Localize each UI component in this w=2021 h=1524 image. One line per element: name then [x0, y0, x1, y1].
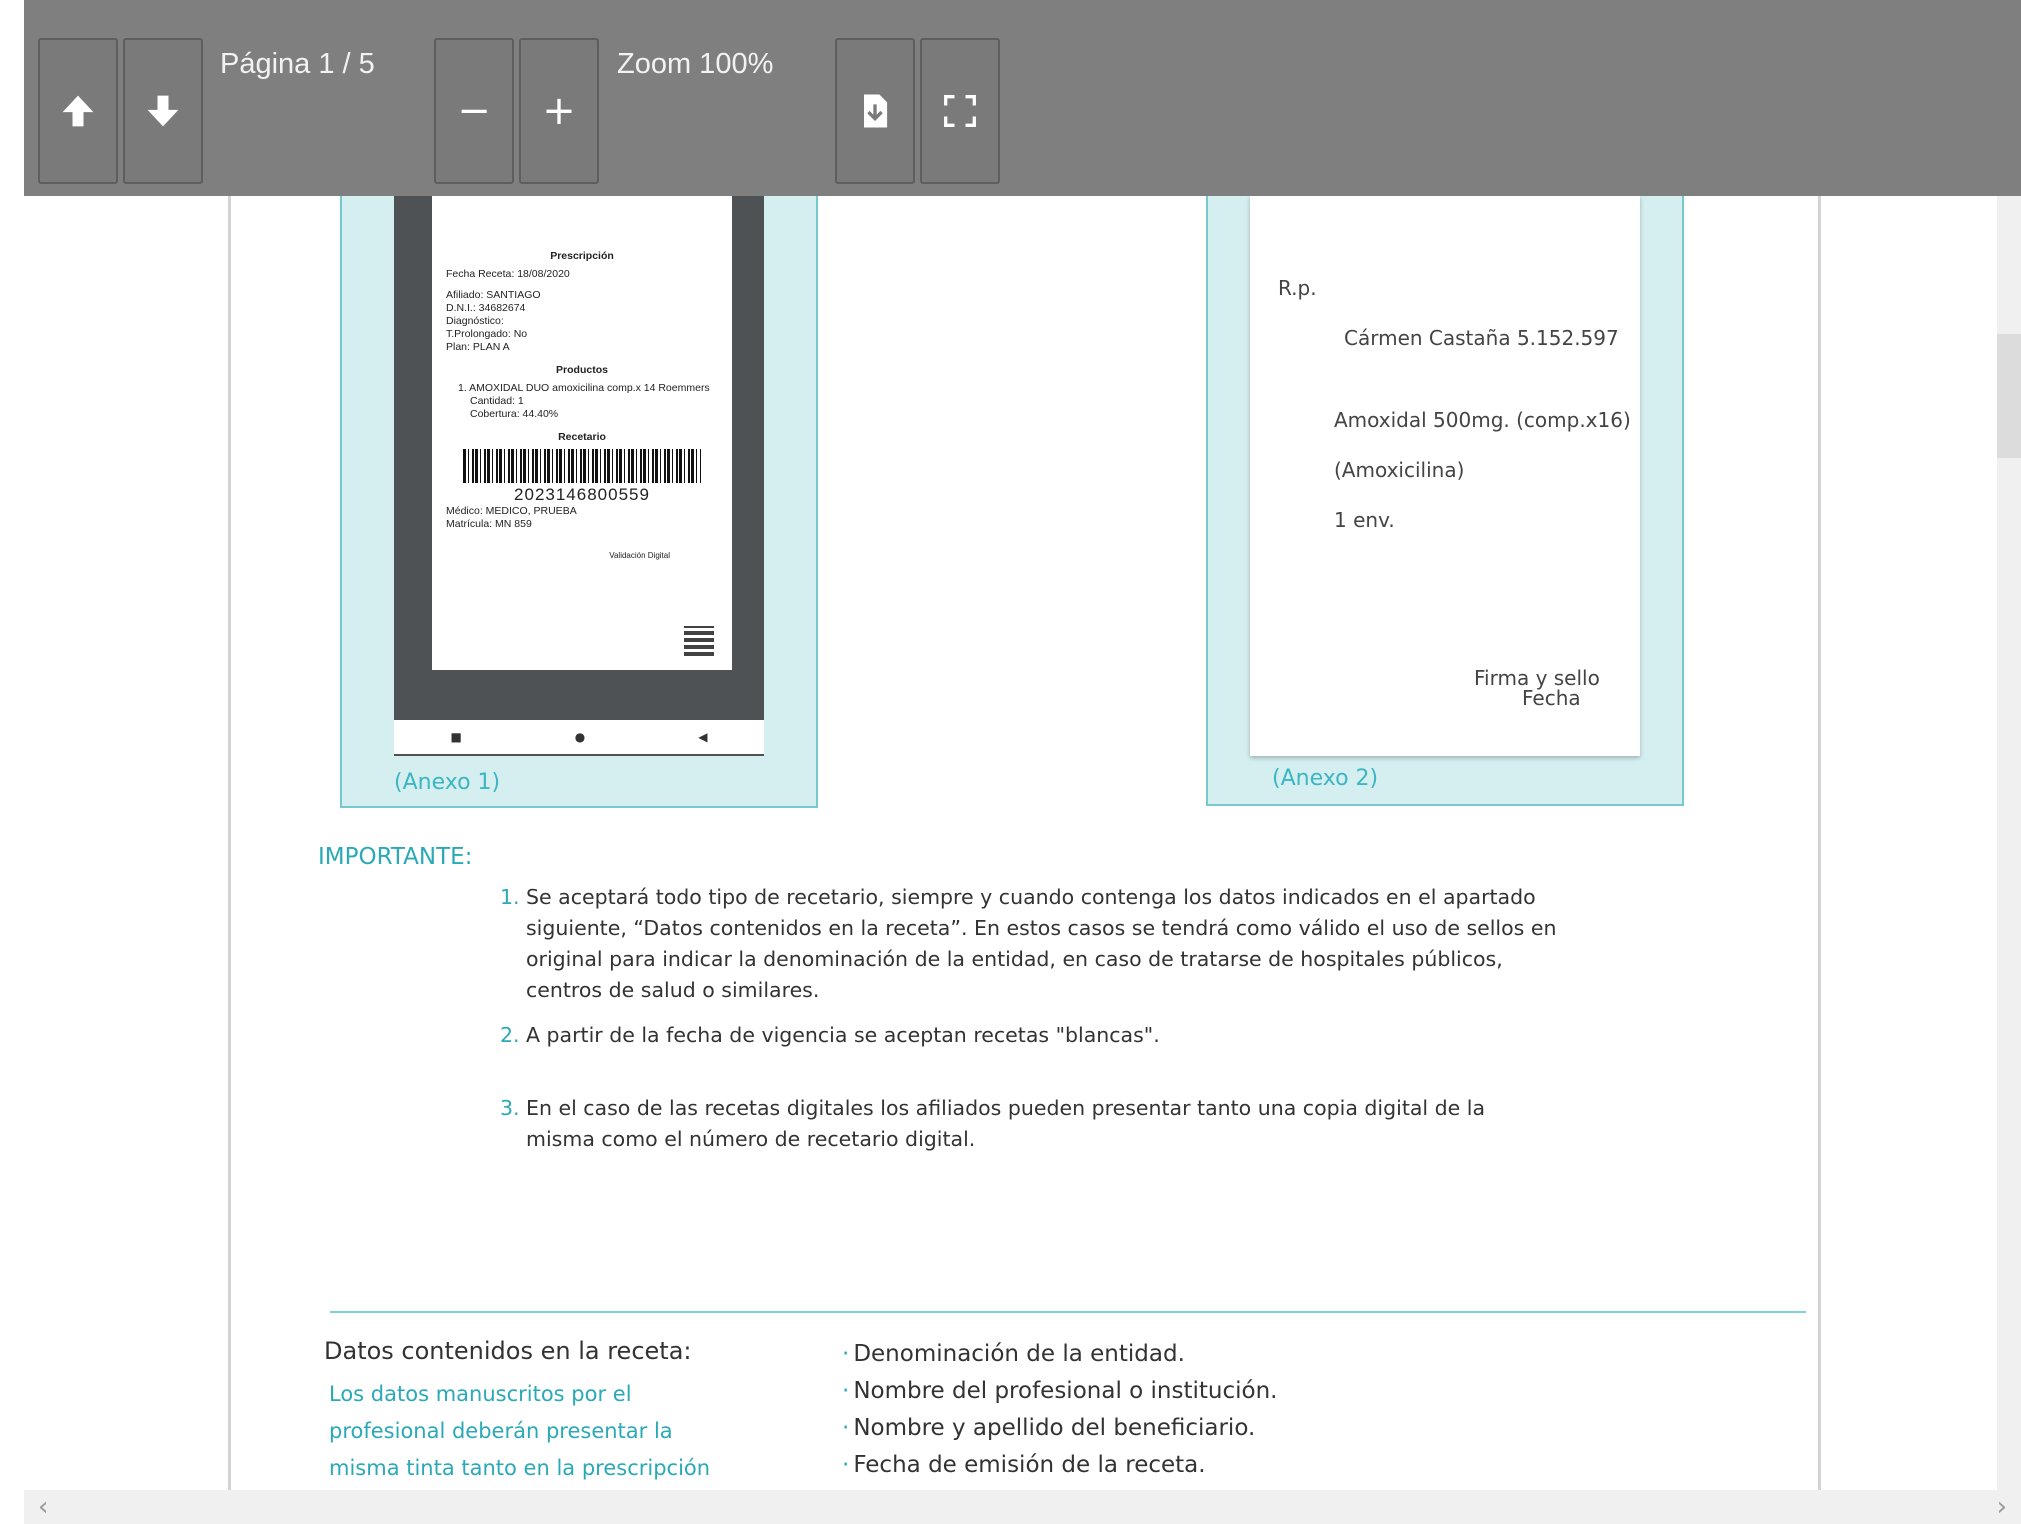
receipt-line: Cantidad: 1 — [470, 395, 524, 407]
zoom-in-button[interactable]: + — [519, 38, 599, 184]
patient-line: Cármen Castaña 5.152.597 — [1344, 326, 1619, 350]
fullscreen-button[interactable] — [920, 38, 1000, 184]
list-item: 3. En el caso de las recetas digitales l… — [500, 1093, 1500, 1155]
page-indicator: Página 1 / 5 — [220, 48, 375, 80]
receipt-line: Fecha Receta: 18/08/2020 — [446, 268, 570, 280]
generic-line: (Amoxicilina) — [1334, 458, 1465, 482]
receipt-line: 1. AMOXIDAL DUO amoxicilina comp.x 14 Ro… — [458, 382, 710, 394]
handwritten-prescription: R.p. Cármen Castaña 5.152.597 Amoxidal 5… — [1250, 196, 1640, 756]
qr-code — [684, 626, 714, 656]
scroll-left-icon[interactable]: ‹ — [38, 1492, 48, 1522]
date-label: Fecha — [1522, 686, 1581, 710]
list-item: 1. Se aceptará todo tipo de recetario, s… — [500, 882, 1560, 1006]
barcode — [463, 449, 701, 483]
plus-icon: + — [542, 88, 576, 134]
document-view: Prescripción Fecha Receta: 18/08/2020 Af… — [24, 196, 2021, 1490]
annex-1-label: (Anexo 1) — [394, 770, 501, 795]
phone-nav-bar: ■ ● ◀ — [394, 720, 764, 754]
arrow-up-icon — [62, 95, 94, 127]
list-text: Nombre y apellido del beneficiario. — [853, 1415, 1256, 1441]
list-text: Denominación de la entidad. — [853, 1341, 1185, 1367]
fullscreen-icon — [944, 95, 976, 127]
drug-line: Amoxidal 500mg. (comp.x16) — [1334, 408, 1631, 432]
list-number: 1. — [500, 885, 520, 909]
list-item: · Denominación de la entidad. — [842, 1341, 1185, 1367]
important-list: 1. Se aceptará todo tipo de recetario, s… — [500, 882, 1560, 1169]
barcode-number: 2023146800559 — [514, 485, 650, 504]
receipt-line: D.N.I.: 34682674 — [446, 302, 526, 314]
recent-apps-icon: ■ — [450, 730, 462, 744]
receipt-line: Cobertura: 44.40% — [470, 408, 559, 420]
list-text: Nombre del profesional o institución. — [853, 1378, 1278, 1404]
list-number: 3. — [500, 1096, 520, 1120]
arrow-down-icon — [147, 95, 179, 127]
list-number: 2. — [500, 1023, 520, 1047]
receipt-section-title: Recetario — [558, 431, 606, 443]
list-item: · Nombre del profesional o institución. — [842, 1378, 1278, 1404]
section-divider — [330, 1311, 1806, 1313]
receipt-line: T.Prolongado: No — [446, 328, 528, 340]
previous-page-button[interactable] — [38, 38, 118, 184]
rp-label: R.p. — [1278, 276, 1317, 300]
important-heading: IMPORTANTE: — [318, 844, 473, 870]
list-text: Fecha de emisión de la receta. — [853, 1452, 1206, 1478]
next-page-button[interactable] — [123, 38, 203, 184]
receipt-line: Afiliado: SANTIAGO — [446, 289, 541, 301]
scroll-right-icon[interactable]: › — [1997, 1492, 2007, 1522]
annex-2-label: (Anexo 2) — [1272, 766, 1379, 791]
datos-note: Los datos manuscritos por el profesional… — [329, 1382, 711, 1480]
receipt-section-title: Productos — [556, 364, 608, 376]
list-text: Se aceptará todo tipo de recetario, siem… — [526, 885, 1557, 1002]
viewer-toolbar: Página 1 / 5 − + Zoom 100% — [24, 0, 2021, 196]
zoom-indicator: Zoom 100% — [617, 48, 774, 80]
receipt-line: Plan: PLAN A — [446, 341, 510, 353]
back-icon: ◀ — [698, 730, 708, 744]
minus-icon: − — [457, 88, 491, 134]
zoom-out-button[interactable]: − — [434, 38, 514, 184]
left-margin — [0, 0, 24, 1524]
vertical-scroll-thumb[interactable] — [1997, 334, 2021, 458]
receipt-line: Diagnóstico: — [446, 315, 504, 327]
home-icon: ● — [574, 730, 586, 744]
receipt-line: Médico: MEDICO, PRUEBA — [446, 505, 577, 517]
list-text: A partir de la fecha de vigencia se acep… — [526, 1023, 1160, 1047]
digital-prescription-receipt: Prescripción Fecha Receta: 18/08/2020 Af… — [432, 196, 732, 670]
datos-heading: Datos contenidos en la receta: — [324, 1337, 692, 1365]
list-item: · Nombre y apellido del beneficiario. — [842, 1415, 1256, 1441]
page-right-edge — [1818, 196, 1821, 1490]
list-item: 2. A partir de la fecha de vigencia se a… — [500, 1020, 1560, 1051]
download-button[interactable] — [835, 38, 915, 184]
datos-list: · Denominación de la entidad. · Nombre del… — [842, 1336, 1277, 1484]
receipt-line: Validación Digital — [609, 551, 670, 560]
page-left-edge — [228, 196, 231, 1490]
receipt-section-title: Prescripción — [550, 250, 614, 262]
receipt-line: Matrícula: MN 859 — [446, 518, 532, 530]
horizontal-scrollbar[interactable]: ‹ › — [24, 1490, 2021, 1524]
pdf-viewer: Página 1 / 5 − + Zoom 100% Prescripción … — [0, 0, 2021, 1524]
list-text: En el caso de las recetas digitales los … — [526, 1096, 1486, 1151]
quantity-line: 1 env. — [1334, 508, 1395, 532]
list-item: · Fecha de emisión de la receta. — [842, 1452, 1206, 1478]
download-file-icon — [864, 94, 888, 128]
